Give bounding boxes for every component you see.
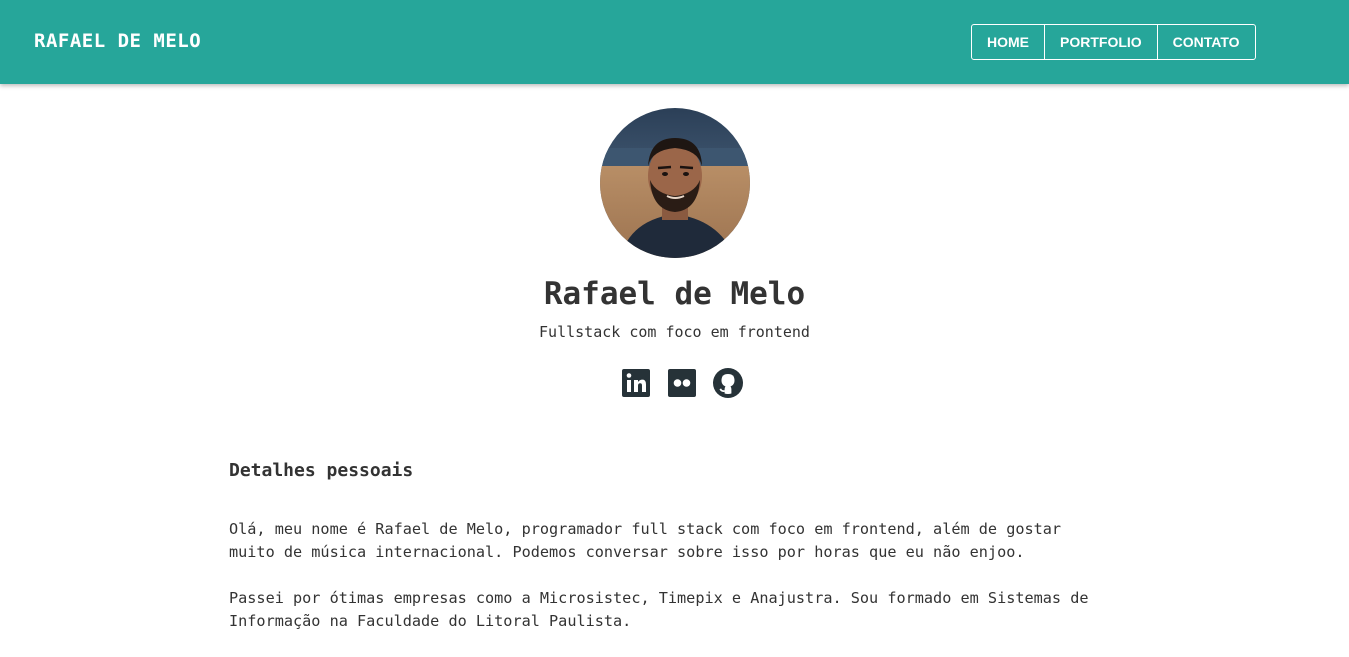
github-icon[interactable] [712, 367, 744, 399]
linkedin-icon[interactable] [620, 367, 652, 399]
nav-home[interactable]: HOME [972, 25, 1044, 59]
nav-portfolio[interactable]: PORTFOLIO [1044, 25, 1157, 59]
about-paragraph: Olá, meu nome é Rafael de Melo, programa… [229, 520, 1062, 561]
profile-name: Rafael de Melo [543, 276, 806, 312]
brand-logo[interactable]: RAFAEL DE MELO [34, 30, 201, 52]
about-paragraph: Passei por ótimas empresas como a Micros… [229, 589, 1089, 630]
navbar: RAFAEL DE MELO HOME PORTFOLIO CONTATO [0, 0, 1349, 84]
nav-contato[interactable]: CONTATO [1156, 25, 1255, 59]
avatar-photo [600, 108, 750, 258]
avatar [600, 108, 750, 258]
main-nav: HOME PORTFOLIO CONTATO [971, 24, 1256, 60]
social-links [620, 367, 744, 399]
flickr-icon[interactable] [666, 367, 698, 399]
section-title-personal-details: Detalhes pessoais [229, 460, 414, 481]
profile-subtitle: Fullstack com foco em frontend [539, 323, 810, 341]
